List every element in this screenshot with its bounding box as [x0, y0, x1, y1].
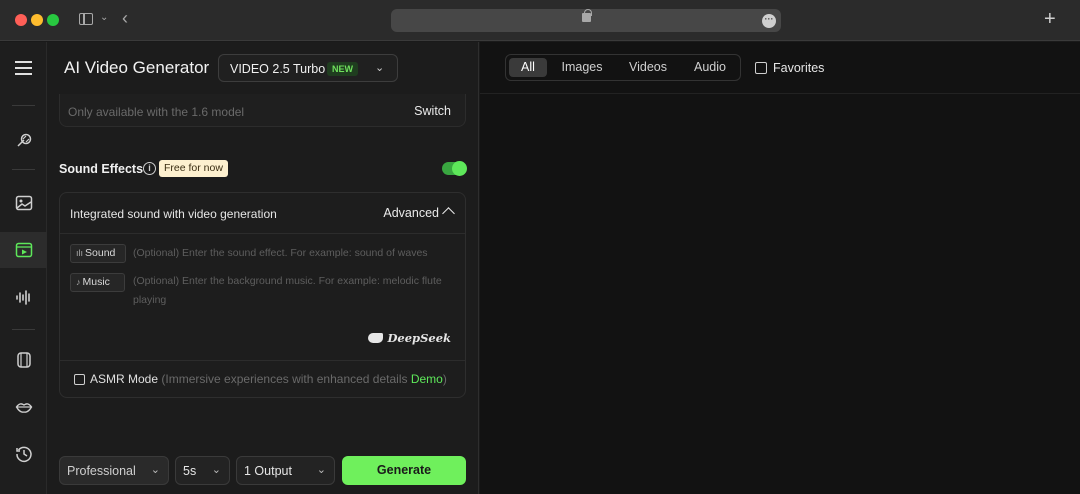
new-tab-icon[interactable]: +: [1044, 8, 1056, 31]
page-title: AI Video Generator: [64, 58, 210, 77]
music-note-icon: ♪: [76, 277, 81, 287]
asmr-checkbox[interactable]: [74, 374, 85, 385]
gallery-area: All Images Videos Audio Favorites: [480, 42, 1080, 494]
chevron-up-icon[interactable]: [442, 207, 455, 220]
back-arrow-icon[interactable]: ‹: [122, 8, 128, 29]
sound-effects-toggle[interactable]: [442, 161, 467, 176]
music-chip[interactable]: ♪ Music: [70, 273, 125, 292]
asmr-close-paren: ): [442, 372, 447, 386]
chevron-down-icon: ⌄: [150, 464, 160, 476]
filter-images[interactable]: Images: [556, 58, 608, 77]
sound-chip[interactable]: ılı Sound: [70, 244, 126, 263]
generator-panel: AI Video Generator VIDEO 2.5 Turbo NEW ⌄…: [47, 42, 479, 494]
asmr-label: ASMR Mode (Immersive experiences with en…: [90, 372, 447, 386]
music-chip-label: Music: [82, 276, 110, 288]
sound-wave-icon: ılı: [76, 248, 84, 258]
sound-effects-label: Sound Effects: [59, 162, 144, 176]
generate-button[interactable]: Generate: [342, 456, 466, 485]
advanced-toggle[interactable]: Advanced: [383, 206, 439, 220]
whale-icon: [368, 333, 384, 343]
output-count-select[interactable]: 1 Output ⌄: [236, 456, 335, 485]
card-divider: [60, 360, 465, 361]
deepseek-logo: DeepSeek: [368, 331, 451, 345]
favorites-checkbox[interactable]: [755, 62, 767, 74]
filter-videos[interactable]: Videos: [622, 58, 674, 77]
mode-select[interactable]: Professional ⌄: [59, 456, 169, 485]
filter-audio[interactable]: Audio: [687, 58, 733, 77]
rail-divider: [12, 105, 35, 106]
new-badge: NEW: [327, 62, 358, 76]
history-icon[interactable]: [0, 436, 47, 472]
minimize-window-button[interactable]: [31, 14, 43, 26]
chevron-down-icon: ⌄: [316, 464, 326, 476]
lock-icon: [582, 9, 592, 22]
magic-brush-icon[interactable]: [0, 123, 47, 159]
browser-toolbar: ⌄ ‹ ··· +: [0, 0, 1080, 41]
lips-icon[interactable]: [0, 389, 47, 425]
asmr-demo-link[interactable]: Demo: [411, 372, 443, 386]
model-name: VIDEO 2.5 Turbo: [230, 62, 326, 76]
rail-divider: [12, 169, 35, 170]
video-icon[interactable]: [0, 232, 47, 268]
audio-wave-icon[interactable]: [0, 279, 47, 315]
maximize-window-button[interactable]: [47, 14, 59, 26]
model-select[interactable]: VIDEO 2.5 Turbo NEW ⌄: [218, 54, 398, 82]
sound-chip-label: Sound: [85, 247, 116, 259]
nav-rail: [0, 42, 47, 494]
menu-icon[interactable]: [15, 61, 32, 75]
filter-all[interactable]: All: [509, 58, 547, 77]
gallery-filter-bar: All Images Videos Audio Favorites: [480, 42, 1080, 94]
sound-input[interactable]: (Optional) Enter the sound effect. For e…: [133, 244, 453, 263]
output-count-value: 1 Output: [244, 464, 292, 478]
chevron-down-icon: ⌄: [211, 464, 221, 476]
free-badge: Free for now: [159, 160, 228, 177]
duration-value: 5s: [183, 464, 197, 478]
asmr-description: (Immersive experiences with enhanced det…: [161, 372, 408, 386]
notice-text: Only available with the 1.6 model: [68, 105, 245, 119]
deepseek-label: DeepSeek: [387, 331, 451, 345]
sound-card: Integrated sound with video generation A…: [59, 192, 466, 398]
favorites-label: Favorites: [773, 61, 825, 75]
asmr-title: ASMR Mode: [90, 372, 159, 386]
rail-divider: [12, 329, 35, 330]
cube-icon[interactable]: [0, 342, 47, 378]
model-notice: Only available with the 1.6 model Switch: [59, 94, 466, 127]
info-icon[interactable]: i: [143, 162, 156, 175]
sound-card-header: Integrated sound with video generation A…: [60, 193, 465, 234]
close-window-button[interactable]: [15, 14, 27, 26]
generate-bar: Professional ⌄ 5s ⌄ 1 Output ⌄ Generate: [59, 456, 467, 485]
mode-value: Professional: [67, 464, 136, 478]
chevron-down-icon: ⌄: [375, 62, 385, 74]
filter-segmented-control: All Images Videos Audio: [505, 54, 741, 81]
chevron-down-icon[interactable]: ⌄: [100, 12, 108, 23]
more-icon[interactable]: ···: [762, 14, 776, 28]
sound-card-title: Integrated sound with video generation: [70, 207, 277, 221]
music-input[interactable]: (Optional) Enter the background music. F…: [133, 272, 453, 310]
switch-model-button[interactable]: Switch: [414, 104, 451, 118]
image-icon[interactable]: [0, 185, 47, 221]
sidebar-toggle-icon[interactable]: [79, 13, 93, 25]
duration-select[interactable]: 5s ⌄: [175, 456, 230, 485]
